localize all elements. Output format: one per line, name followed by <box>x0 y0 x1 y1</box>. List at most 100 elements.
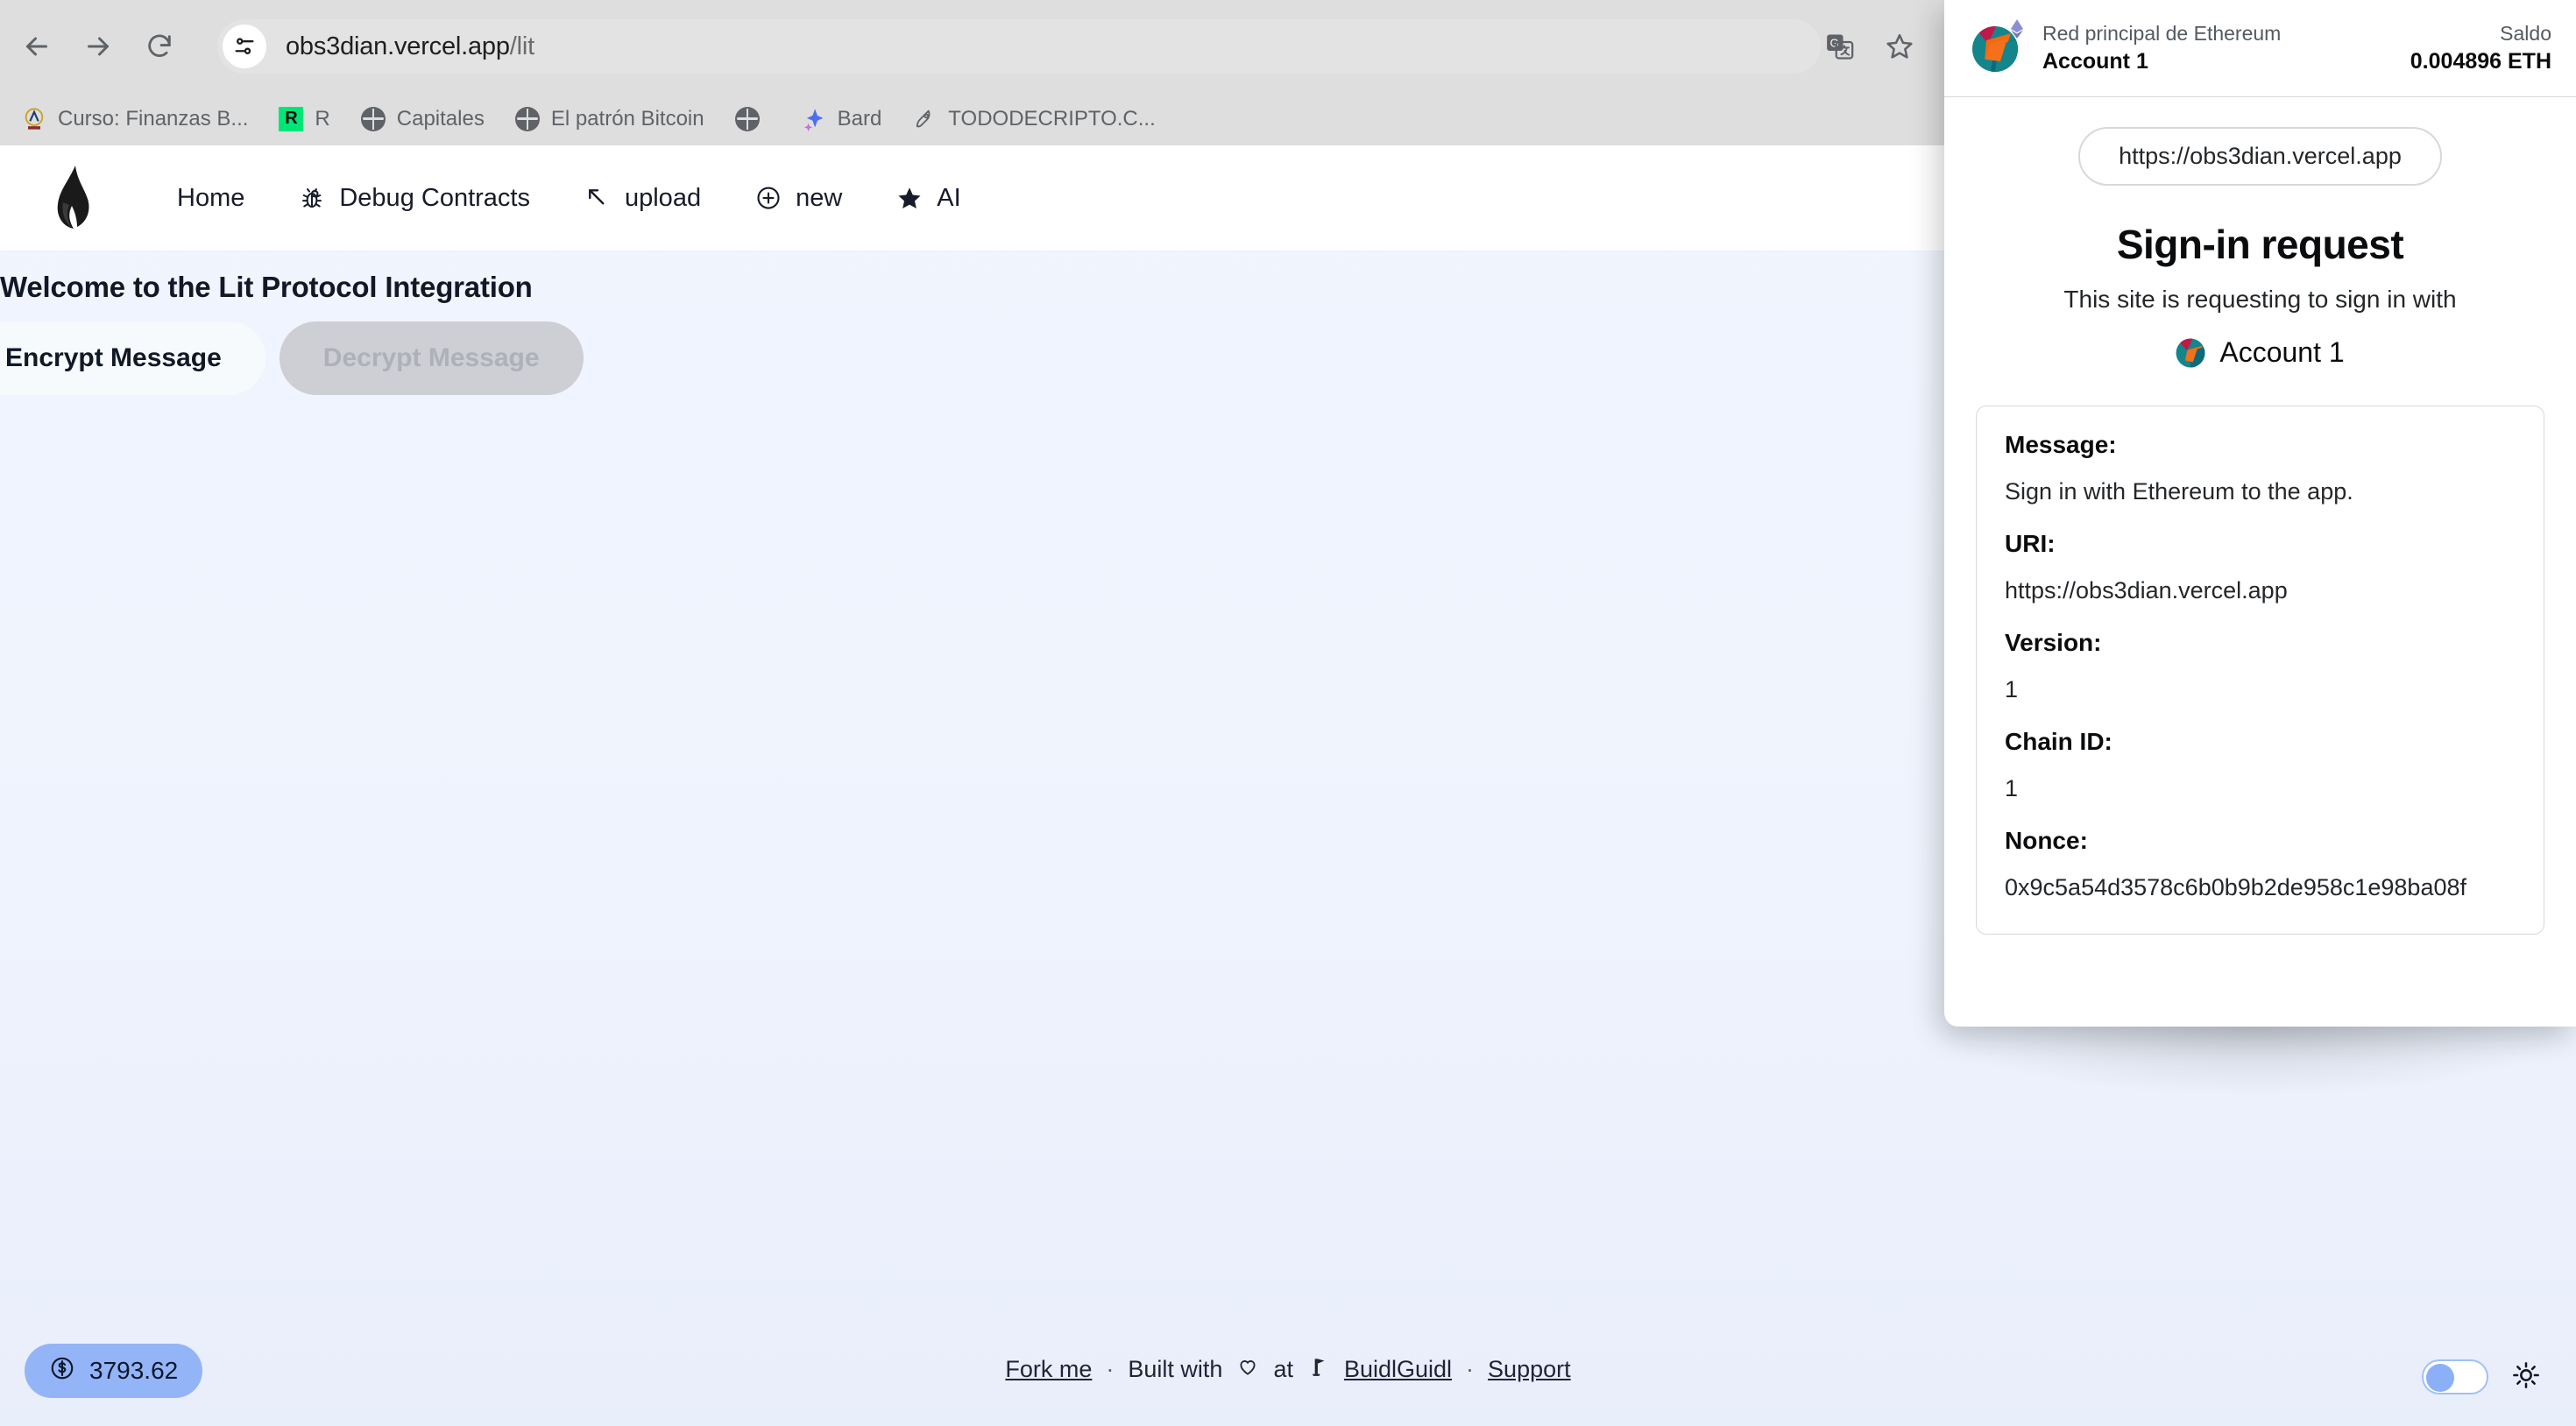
balance-label: Saldo <box>2500 21 2551 45</box>
at-text: at <box>1273 1356 1293 1382</box>
signing-account-name: Account 1 <box>2219 336 2345 368</box>
tab-strip: Encrypt Message Decrypt Message <box>0 321 2071 395</box>
toggle-knob <box>2426 1364 2454 1392</box>
nav-label: new <box>796 183 843 212</box>
bookmark-star-icon <box>1886 33 1913 59</box>
globe-favicon <box>360 106 386 132</box>
balance-value: 0.004896 ETH <box>2410 48 2551 74</box>
reload-button[interactable] <box>135 22 184 71</box>
bookmark-item[interactable] <box>734 106 771 132</box>
nav-label: Home <box>177 183 245 212</box>
back-arrow-icon <box>26 37 47 55</box>
theme-toggle[interactable] <box>2422 1359 2488 1394</box>
ethereum-diamond-icon <box>2010 19 2024 39</box>
signin-message-details[interactable]: Message: Sign in with Ethereum to the ap… <box>1976 406 2544 935</box>
detail-value: 0x9c5a54d3578c6b0b9b2de958c1e98ba08f <box>2005 874 2467 900</box>
star-icon-svg <box>898 187 921 208</box>
url-host: obs3dian.vercel.app <box>286 32 510 60</box>
globe-icon <box>734 106 760 131</box>
bookmark-item[interactable]: Capitales <box>360 106 485 132</box>
footer-separator: · <box>1106 1356 1115 1382</box>
bookmark-item[interactable]: Bard <box>801 106 881 132</box>
address-bar[interactable]: obs3dian.vercel.app/lit <box>217 19 1821 74</box>
nav-item-home[interactable]: Home <box>151 172 271 225</box>
plus-circle-icon <box>754 183 783 213</box>
site-nav: Home Debug Contracts upload new AI <box>151 171 987 225</box>
bug-icon <box>297 183 327 213</box>
detail-value: 1 <box>2005 775 2019 801</box>
site-footer: 3793.62 Fork me · Built with at BuidlGui… <box>0 1295 2576 1426</box>
detail-value: https://obs3dian.vercel.app <box>2005 577 2288 604</box>
bookmark-item[interactable]: El patrón Bitcoin <box>514 106 704 132</box>
reload-icon <box>148 34 171 57</box>
globe-favicon <box>734 106 761 132</box>
nav-item-debug-contracts[interactable]: Debug Contracts <box>271 171 556 225</box>
address-bar-text: obs3dian.vercel.app/lit <box>286 32 534 61</box>
nav-item-ai[interactable]: AI <box>868 171 987 225</box>
signing-account-avatar-icon <box>2176 338 2205 367</box>
bard-sparkle-favicon <box>801 106 827 132</box>
metamask-header: Red principal de Ethereum Account 1 Sald… <box>1944 0 2576 97</box>
network-name: Red principal de Ethereum <box>2042 21 2282 45</box>
nav-item-new[interactable]: new <box>727 171 868 225</box>
buidlguidl-link[interactable]: BuidlGuidl <box>1344 1356 1452 1383</box>
signin-subtitle: This site is requesting to sign in with <box>2063 286 2457 313</box>
plus-circle-icon-svg <box>757 187 780 209</box>
bug-icon-svg <box>302 188 322 208</box>
nav-label: upload <box>624 183 702 212</box>
buidlguidl-icon <box>1307 1355 1330 1384</box>
nav-label: Debug Contracts <box>339 183 530 212</box>
sun-icon[interactable] <box>2511 1360 2541 1394</box>
university-logo-favicon <box>21 106 47 132</box>
site-info-button[interactable] <box>223 25 266 68</box>
footer-separator: · <box>1466 1356 1475 1382</box>
green-square-favicon: R <box>278 106 304 132</box>
bookmark-button[interactable] <box>1882 29 1917 64</box>
url-path: /lit <box>509 32 534 60</box>
signin-title: Sign-in request <box>2116 222 2404 267</box>
detail-key: Version: <box>2005 629 2102 656</box>
flame-logo-svg <box>57 166 89 229</box>
nav-item-upload[interactable]: upload <box>556 171 727 225</box>
account-jazzicon <box>1969 19 2024 75</box>
sun-icon-svg <box>2513 1361 2539 1388</box>
built-with-text: Built with <box>1128 1356 1223 1382</box>
globe-favicon <box>514 106 541 132</box>
fork-me-link[interactable]: Fork me <box>1005 1356 1092 1383</box>
bookmark-label: Capitales <box>396 106 485 131</box>
star-icon <box>895 183 924 213</box>
heart-icon <box>1236 1355 1259 1384</box>
flame-logo-icon[interactable] <box>42 164 105 232</box>
translate-button[interactable]: G <box>1822 29 1858 64</box>
bookmark-item[interactable]: R R <box>278 106 330 132</box>
content-area: Welcome to the Lit Protocol Integration … <box>0 251 2071 395</box>
university-logo-icon <box>25 107 44 130</box>
rocket-favicon <box>911 106 938 132</box>
nav-label: AI <box>937 183 961 212</box>
translate-icon: G <box>1827 34 1854 60</box>
forward-button[interactable] <box>74 22 123 71</box>
balance-info: Saldo 0.004896 ETH <box>2410 21 2551 75</box>
bard-sparkle-icon <box>803 108 824 131</box>
toolbar-right-actions: G <box>1822 19 1917 74</box>
bookmark-item[interactable]: TODODECRIPTO.C... <box>911 106 1156 132</box>
site-settings-icon <box>235 38 254 54</box>
footer-links: Fork me · Built with at BuidlGuidl · Sup… <box>0 1355 2576 1384</box>
back-button[interactable] <box>12 22 61 71</box>
heart-icon-svg <box>1240 1360 1256 1375</box>
bookmark-item[interactable]: Curso: Finanzas B... <box>21 106 248 132</box>
forward-arrow-icon <box>88 37 109 55</box>
detail-key: Message: <box>2005 431 2117 458</box>
detail-value: 1 <box>2005 676 2019 702</box>
globe-icon <box>360 106 386 131</box>
account-info: Red principal de Ethereum Account 1 <box>2042 21 2281 75</box>
site-header: Home Debug Contracts upload new AI <box>0 145 2071 251</box>
bookmark-label: R <box>315 106 330 131</box>
tab-encrypt-message[interactable]: Encrypt Message <box>0 321 265 395</box>
tab-decrypt-message[interactable]: Decrypt Message <box>279 321 584 395</box>
detail-value: Sign in with Ethereum to the app. <box>2005 478 2353 505</box>
origin-pill: https://obs3dian.vercel.app <box>2078 127 2442 186</box>
bookmark-label: El patrón Bitcoin <box>550 106 704 131</box>
tab-label: Decrypt Message <box>322 343 540 372</box>
support-link[interactable]: Support <box>1488 1356 1571 1383</box>
